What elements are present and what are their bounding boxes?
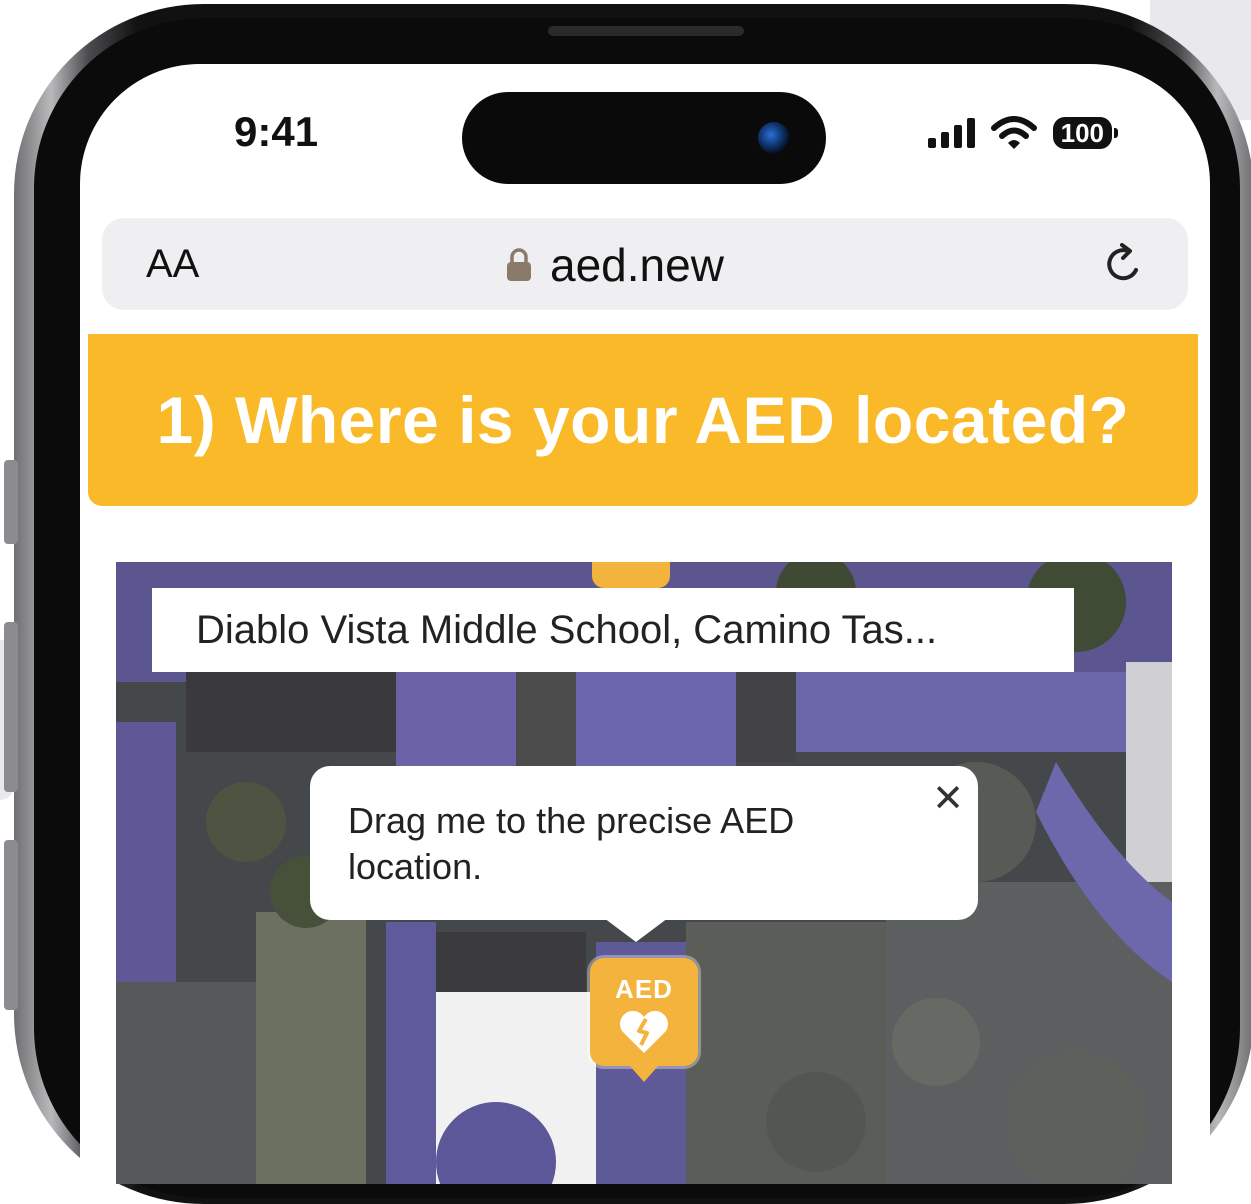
- volume-down-button: [4, 840, 18, 1010]
- status-icons: 100: [927, 116, 1118, 150]
- aed-marker-partial[interactable]: [592, 562, 670, 588]
- page-title: 1) Where is your AED located?: [156, 383, 1130, 457]
- drag-hint-tooltip: Drag me to the precise AED location. ✕: [310, 766, 978, 942]
- tooltip-text: Drag me to the precise AED location.: [348, 800, 795, 887]
- cellular-signal-icon: [927, 118, 975, 148]
- close-icon[interactable]: ✕: [932, 776, 964, 822]
- url-text: aed.new: [550, 239, 724, 291]
- reload-icon[interactable]: [1100, 240, 1148, 288]
- volume-up-button: [4, 622, 18, 792]
- battery-icon: 100: [1052, 117, 1118, 149]
- broken-heart-icon: [619, 1010, 669, 1053]
- aed-marker[interactable]: AED: [590, 958, 698, 1082]
- action-button: [4, 460, 18, 544]
- wifi-icon: [990, 116, 1037, 149]
- location-search-input[interactable]: Diablo Vista Middle School, Camino Tas..…: [152, 588, 1074, 672]
- speaker-slot: [548, 26, 744, 36]
- phone-screen: 9:41 100 AA aed.new 1) Where is your AED…: [80, 64, 1210, 1184]
- satellite-map[interactable]: Diablo Vista Middle School, Camino Tas..…: [116, 562, 1172, 1184]
- location-search-value: Diablo Vista Middle School, Camino Tas..…: [196, 607, 938, 652]
- aed-marker-label: AED: [615, 974, 673, 1004]
- text-size-button[interactable]: AA: [146, 242, 199, 287]
- lock-icon: [507, 248, 531, 281]
- address-bar[interactable]: AA aed.new: [102, 218, 1188, 310]
- status-time: 9:41: [234, 108, 319, 155]
- tooltip-arrow: [604, 918, 668, 942]
- page-header: 1) Where is your AED located?: [88, 334, 1198, 506]
- camera-icon: [758, 122, 790, 154]
- url-display[interactable]: aed.new: [506, 238, 724, 292]
- battery-level: 100: [1052, 117, 1112, 149]
- dynamic-island: [462, 92, 826, 184]
